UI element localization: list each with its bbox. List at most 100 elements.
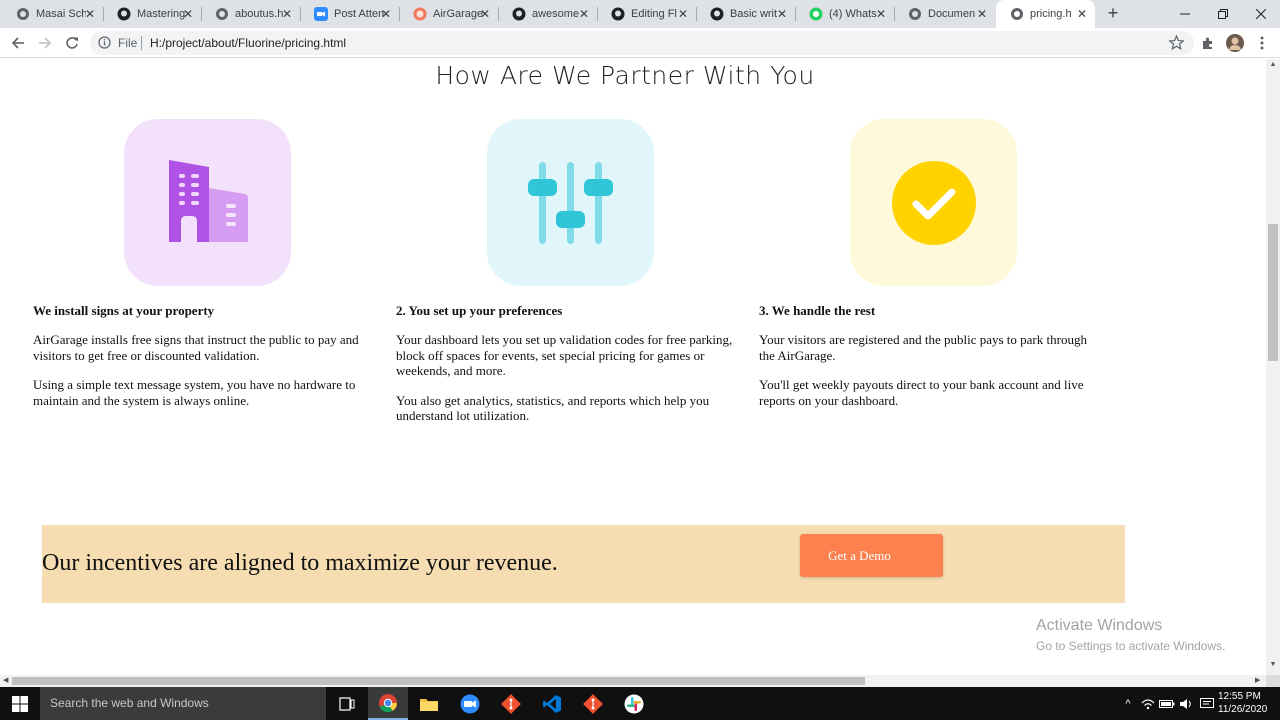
star-icon[interactable] xyxy=(1168,34,1185,55)
address-bar[interactable]: File H:/project/about/Fluorine/pricing.h… xyxy=(90,31,1194,55)
scroll-left-icon[interactable]: ◀ xyxy=(3,676,8,684)
close-icon[interactable]: ✕ xyxy=(775,7,789,21)
github-icon xyxy=(611,7,625,21)
close-window-button[interactable] xyxy=(1242,0,1280,28)
globe-icon xyxy=(1010,7,1024,21)
browser-tab-active[interactable]: pricing.ht ✕ xyxy=(996,0,1095,28)
github-icon xyxy=(117,7,131,21)
task-view-icon[interactable] xyxy=(327,687,367,720)
zoom-icon xyxy=(314,7,328,21)
horizontal-scrollbar[interactable]: ◀ ▶ xyxy=(0,675,1266,687)
back-button[interactable] xyxy=(8,33,28,53)
column-heading: 3. We handle the rest xyxy=(759,303,876,318)
browser-tab[interactable]: Editing Fl ✕ xyxy=(597,0,697,28)
tab-title: pricing.ht xyxy=(1030,8,1072,20)
battery-icon[interactable] xyxy=(1159,696,1175,712)
globe-icon xyxy=(908,7,922,21)
close-icon[interactable]: ✕ xyxy=(379,7,393,21)
browser-tab[interactable]: Post Atten ✕ xyxy=(300,0,400,28)
cta-banner: Our incentives are aligned to maximize y… xyxy=(42,525,1125,603)
volume-icon[interactable] xyxy=(1178,696,1194,712)
close-icon[interactable]: ✕ xyxy=(1075,7,1089,21)
extensions-icon[interactable] xyxy=(1198,33,1218,53)
minimize-button[interactable] xyxy=(1166,0,1204,28)
horizontal-scroll-thumb[interactable] xyxy=(12,677,865,685)
scroll-up-icon[interactable]: ▲ xyxy=(1269,61,1277,68)
forward-arrow-icon xyxy=(39,37,52,49)
reload-button[interactable] xyxy=(62,33,82,53)
notifications-icon[interactable] xyxy=(1199,696,1215,712)
vertical-scrollbar[interactable]: ▲ ▼ xyxy=(1266,59,1280,675)
browser-toolbar: File H:/project/about/Fluorine/pricing.h… xyxy=(0,28,1280,58)
maximize-button[interactable] xyxy=(1204,0,1242,28)
tab-title: AirGarage xyxy=(433,8,483,20)
search-placeholder: Search the web and Windows xyxy=(50,696,209,710)
git-icon[interactable] xyxy=(573,687,613,720)
column-paragraph: Your visitors are registered and the pub… xyxy=(759,332,1087,363)
tab-title: aboutus.h xyxy=(235,8,284,20)
close-icon[interactable]: ✕ xyxy=(280,7,294,21)
close-icon[interactable]: ✕ xyxy=(181,7,195,21)
column-heading: 2. You set up your preferences xyxy=(396,303,563,318)
new-tab-button[interactable]: + xyxy=(1104,4,1122,22)
browser-tab[interactable]: Masai Sch ✕ xyxy=(2,0,104,28)
globe-icon xyxy=(215,7,229,21)
browser-tab[interactable]: Documen ✕ xyxy=(894,0,995,28)
building-card xyxy=(124,119,291,286)
feature-column-preferences: 2. You set up your preferences Your dash… xyxy=(396,303,741,438)
taskbar-search-box[interactable]: Search the web and Windows xyxy=(40,687,326,720)
wifi-icon[interactable] xyxy=(1140,696,1156,712)
back-arrow-icon xyxy=(11,37,24,49)
tab-title: Post Atten xyxy=(334,8,384,20)
sliders-card xyxy=(487,119,654,286)
more-menu-icon[interactable] xyxy=(1252,33,1272,53)
column-paragraph: You also get analytics, statistics, and … xyxy=(396,392,710,424)
checkmark-card xyxy=(850,119,1017,286)
airgarage-icon xyxy=(413,7,427,21)
get-demo-button[interactable]: Get a Demo xyxy=(800,534,943,577)
avatar[interactable] xyxy=(1225,33,1245,53)
tab-title: Editing Fl xyxy=(631,8,677,20)
scroll-down-icon[interactable]: ▼ xyxy=(1269,661,1277,668)
browser-tab[interactable]: AirGarage ✕ xyxy=(399,0,499,28)
close-icon[interactable]: ✕ xyxy=(676,7,690,21)
slack-icon[interactable] xyxy=(614,687,654,720)
forward-button[interactable] xyxy=(35,33,55,53)
close-icon[interactable]: ✕ xyxy=(577,7,591,21)
clock-time: 12:55 PM xyxy=(1218,691,1261,702)
vertical-scroll-thumb[interactable] xyxy=(1268,224,1278,361)
browser-tab[interactable]: Mastering ✕ xyxy=(103,0,202,28)
tab-title: Mastering xyxy=(137,8,186,20)
tab-title: Documen xyxy=(928,8,976,20)
watermark-subtitle: Go to Settings to activate Windows. xyxy=(1036,639,1226,653)
column-paragraph: You'll get weekly payouts direct to your… xyxy=(759,377,1084,408)
browser-tab[interactable]: (4) Whats ✕ xyxy=(795,0,895,28)
scheme-label: File xyxy=(118,36,138,50)
clock-date: 11/26/2020 xyxy=(1218,704,1268,715)
checkmark-circle-icon xyxy=(891,160,976,245)
browser-tab[interactable]: awesome ✕ xyxy=(498,0,598,28)
vscode-icon[interactable] xyxy=(532,687,572,720)
system-clock[interactable]: 12:55 PM 11/26/2020 xyxy=(1218,690,1268,716)
start-button[interactable] xyxy=(0,687,40,720)
scroll-right-icon[interactable]: ▶ xyxy=(1255,676,1260,684)
watermark-title: Activate Windows xyxy=(1036,617,1163,634)
url-text[interactable]: H:/project/about/Fluorine/pricing.html xyxy=(150,36,346,50)
browser-tab-strip: Masai Sch ✕ Mastering ✕ aboutus.h ✕ Post… xyxy=(0,0,1280,28)
browser-tab[interactable]: aboutus.h ✕ xyxy=(201,0,301,28)
git-icon[interactable] xyxy=(491,687,531,720)
close-icon[interactable]: ✕ xyxy=(874,7,888,21)
close-icon[interactable]: ✕ xyxy=(83,7,97,21)
close-icon[interactable]: ✕ xyxy=(975,7,989,21)
chrome-icon[interactable] xyxy=(368,687,408,720)
sliders-icon xyxy=(527,161,613,244)
page-content: How Are We Partner With You We install s… xyxy=(0,59,1266,675)
info-icon[interactable] xyxy=(98,36,111,54)
zoom-icon[interactable] xyxy=(450,687,490,720)
whatsapp-icon xyxy=(809,7,823,21)
file-explorer-icon[interactable] xyxy=(409,687,449,720)
column-heading: We install signs at your property xyxy=(33,303,215,318)
close-icon[interactable]: ✕ xyxy=(478,7,492,21)
browser-tab[interactable]: Basic writ ✕ xyxy=(696,0,796,28)
chevron-up-icon[interactable]: ^ xyxy=(1120,696,1136,712)
